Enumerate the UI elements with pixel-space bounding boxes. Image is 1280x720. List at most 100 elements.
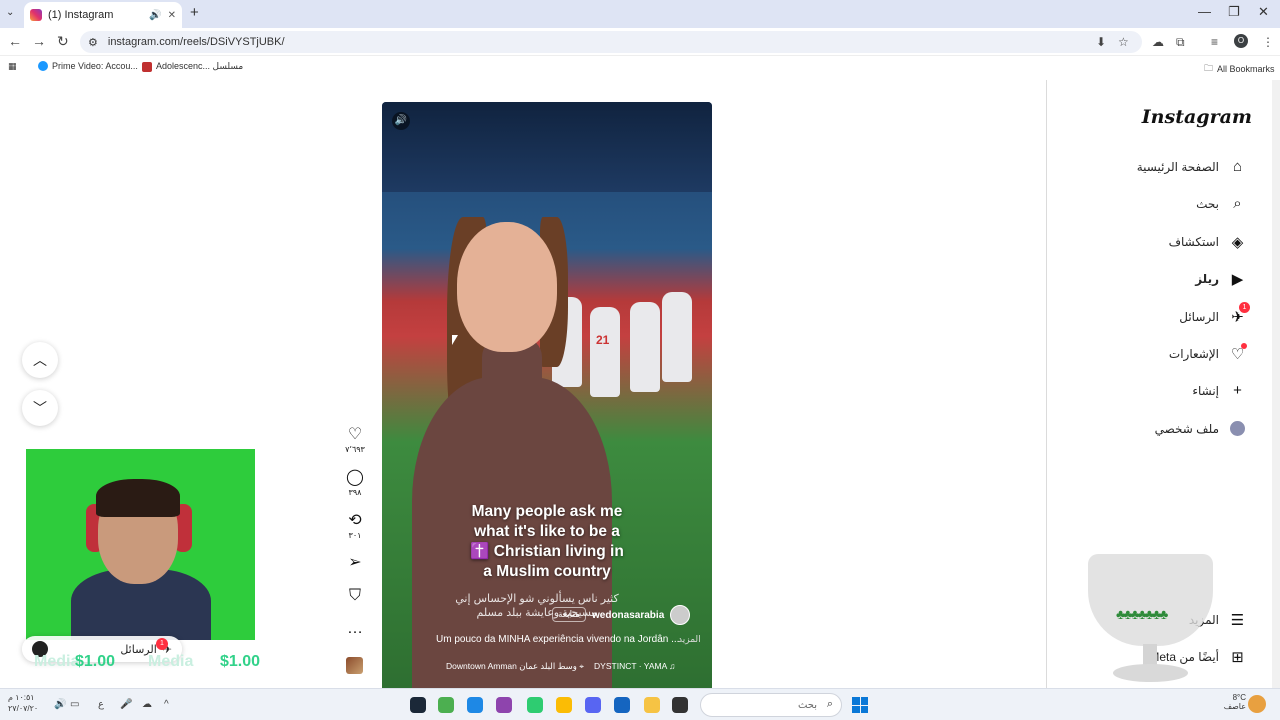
- discord-icon[interactable]: [585, 697, 601, 713]
- browser-profile-avatar[interactable]: O: [1234, 34, 1248, 48]
- comment-button[interactable]: ◯ ٣٩٨: [343, 467, 367, 497]
- reel-description[interactable]: Um pouco da MINHA experiência vivendo na…: [436, 634, 679, 645]
- sound-toggle-icon[interactable]: 🔊: [392, 112, 410, 130]
- instagram-favicon-icon: [30, 9, 42, 21]
- sidebar-item-home[interactable]: ⌂ الصفحة الرئيسية: [1137, 158, 1246, 175]
- steam-icon[interactable]: [410, 697, 426, 713]
- apps-grid-icon[interactable]: ▦: [8, 61, 17, 72]
- volume-icon[interactable]: 🔊: [54, 699, 66, 710]
- forward-button[interactable]: →: [32, 33, 46, 49]
- meta-apps-icon: ⊞: [1231, 648, 1244, 666]
- description-more-link[interactable]: المزيد: [678, 634, 701, 645]
- tray-chevron-icon[interactable]: ^: [164, 699, 169, 710]
- sidebar-item-notifications[interactable]: ♡ الإشعارات: [1169, 343, 1247, 363]
- file-explorer-icon[interactable]: [644, 697, 660, 713]
- sidebar-item-messages[interactable]: ✈ 1 الرسائل: [1179, 302, 1250, 326]
- page-scrollbar[interactable]: [1272, 80, 1280, 688]
- like-count: ٧٬٦٩٣: [345, 445, 365, 454]
- all-bookmarks[interactable]: 🗀 All Bookmarks: [1204, 61, 1275, 77]
- bookmark-label: Prime Video: Accou...: [52, 61, 138, 71]
- taskbar-date[interactable]: ٢٧/٠٧/٢٠: [8, 704, 38, 713]
- new-tab-button[interactable]: +: [190, 4, 199, 21]
- app-icon[interactable]: [527, 697, 543, 713]
- app-icon[interactable]: [614, 697, 630, 713]
- display-icon[interactable]: ▭: [70, 699, 79, 710]
- all-bookmarks-label: All Bookmarks: [1217, 64, 1275, 74]
- language-indicator[interactable]: ع: [98, 699, 104, 710]
- plus-icon: +: [1233, 382, 1242, 399]
- sidebar-item-reels[interactable]: ▶ ريلز: [1195, 270, 1246, 288]
- sidebar-item-create[interactable]: + إنشاء: [1192, 382, 1246, 399]
- bookmark-icon: ⛉: [348, 587, 361, 604]
- tab-instagram[interactable]: (1) Instagram 🔊 ✕: [24, 2, 182, 28]
- bookmark-star-icon[interactable]: ☆: [1118, 35, 1129, 49]
- home-icon: ⌂: [1232, 158, 1243, 175]
- repost-button[interactable]: ⟲ ٣٠١: [343, 510, 367, 540]
- audio-link[interactable]: DYSTINCT · YAMA ♫: [594, 661, 676, 672]
- messenger-icon: ✈ 1: [1229, 302, 1250, 326]
- site-info-icon[interactable]: ⚙: [88, 36, 98, 49]
- sidebar-item-profile[interactable]: ملف شخصي: [1155, 420, 1246, 437]
- media-controls-icon[interactable]: ≡: [1211, 35, 1218, 49]
- save-button[interactable]: ⛉: [343, 587, 367, 605]
- glass-foot: [1113, 664, 1188, 682]
- author-username[interactable]: wedonasarabia: [592, 610, 664, 621]
- extensions-icon[interactable]: ⧉: [1176, 35, 1185, 50]
- location-link[interactable]: Downtown Amman وسط البلد عمان ⌖: [446, 661, 584, 672]
- notification-dot: [1241, 343, 1247, 349]
- reel-video[interactable]: 21 🔊 Many people ask me what it's like t…: [382, 102, 712, 688]
- price-label: $1.00: [75, 653, 116, 670]
- sidebar-item-label: الصفحة الرئيسية: [1136, 159, 1219, 174]
- audio-thumbnail[interactable]: [346, 657, 363, 674]
- instagram-logo[interactable]: Instagram: [1142, 106, 1252, 128]
- windows-start-icon[interactable]: [852, 697, 868, 713]
- taskbar-search[interactable]: بحث ⌕: [700, 693, 842, 717]
- sidebar-item-explore[interactable]: ◈ استكشاف: [1169, 233, 1246, 251]
- sidebar-item-search[interactable]: ⌕ بحث: [1196, 195, 1246, 212]
- microphone-icon[interactable]: 🎤: [120, 699, 132, 710]
- share-button[interactable]: ➢: [343, 552, 367, 572]
- tab-search-icon[interactable]: ⌄: [6, 7, 14, 18]
- terminal-icon[interactable]: [672, 697, 688, 713]
- chrome-profile-icon[interactable]: [438, 697, 454, 713]
- url-text: instagram.com/reels/DSiVYSTjUBK/: [107, 36, 285, 48]
- chrome-icon[interactable]: [556, 697, 572, 713]
- bookmark-adolescence[interactable]: Adolescenc... مسلسل: [142, 61, 243, 72]
- back-button[interactable]: ←: [8, 33, 22, 49]
- audio-text: DYSTINCT · YAMA: [594, 661, 667, 671]
- reload-button[interactable]: ↻: [57, 33, 69, 50]
- more-options-button[interactable]: …: [343, 620, 367, 638]
- close-window-button[interactable]: ✕: [1258, 4, 1269, 20]
- address-bar[interactable]: ⚙ instagram.com/reels/DSiVYSTjUBK/: [80, 31, 1142, 53]
- player-figure: [630, 302, 660, 392]
- comment-count: ٣٩٨: [348, 488, 362, 497]
- restore-button[interactable]: ❐: [1228, 4, 1240, 20]
- repost-count: ٣٠١: [348, 531, 362, 540]
- extension-cloud-icon[interactable]: ☁: [1152, 35, 1164, 49]
- search-icon: ⌕: [826, 698, 833, 710]
- next-reel-button[interactable]: ﹀: [22, 390, 58, 426]
- app-icon[interactable]: [496, 697, 512, 713]
- install-app-icon[interactable]: ⬇: [1096, 35, 1106, 49]
- browser-menu-icon[interactable]: ⋮: [1262, 35, 1274, 49]
- weather-widget[interactable]: 8°C عاصف: [1212, 693, 1246, 711]
- location-text: Downtown Amman وسط البلد عمان: [446, 661, 577, 671]
- send-icon: ➢: [348, 554, 362, 571]
- player-figure: [662, 292, 692, 382]
- stadium-stands: [382, 102, 712, 192]
- bookmark-prime-video[interactable]: Prime Video: Accou...: [38, 61, 138, 71]
- speaker-icon[interactable]: 🔊: [149, 10, 161, 21]
- cloud-icon[interactable]: ☁: [142, 699, 152, 710]
- weather-icon: [1248, 695, 1266, 713]
- taskbar-time[interactable]: ١٠:٥١ م: [8, 693, 35, 702]
- follow-button[interactable]: متابعة: [552, 607, 586, 622]
- presenter-face: [457, 222, 557, 352]
- app-icon[interactable]: [467, 697, 483, 713]
- reel-author[interactable]: wedonasarabia: [592, 605, 691, 625]
- minimize-button[interactable]: —: [1198, 4, 1211, 19]
- close-tab-icon[interactable]: ✕: [168, 10, 176, 21]
- glass-bowl: [1088, 554, 1213, 646]
- previous-reel-button[interactable]: ︿: [22, 342, 58, 378]
- author-avatar[interactable]: [670, 605, 691, 625]
- like-button[interactable]: ♡ ٧٬٦٩٣: [343, 424, 367, 454]
